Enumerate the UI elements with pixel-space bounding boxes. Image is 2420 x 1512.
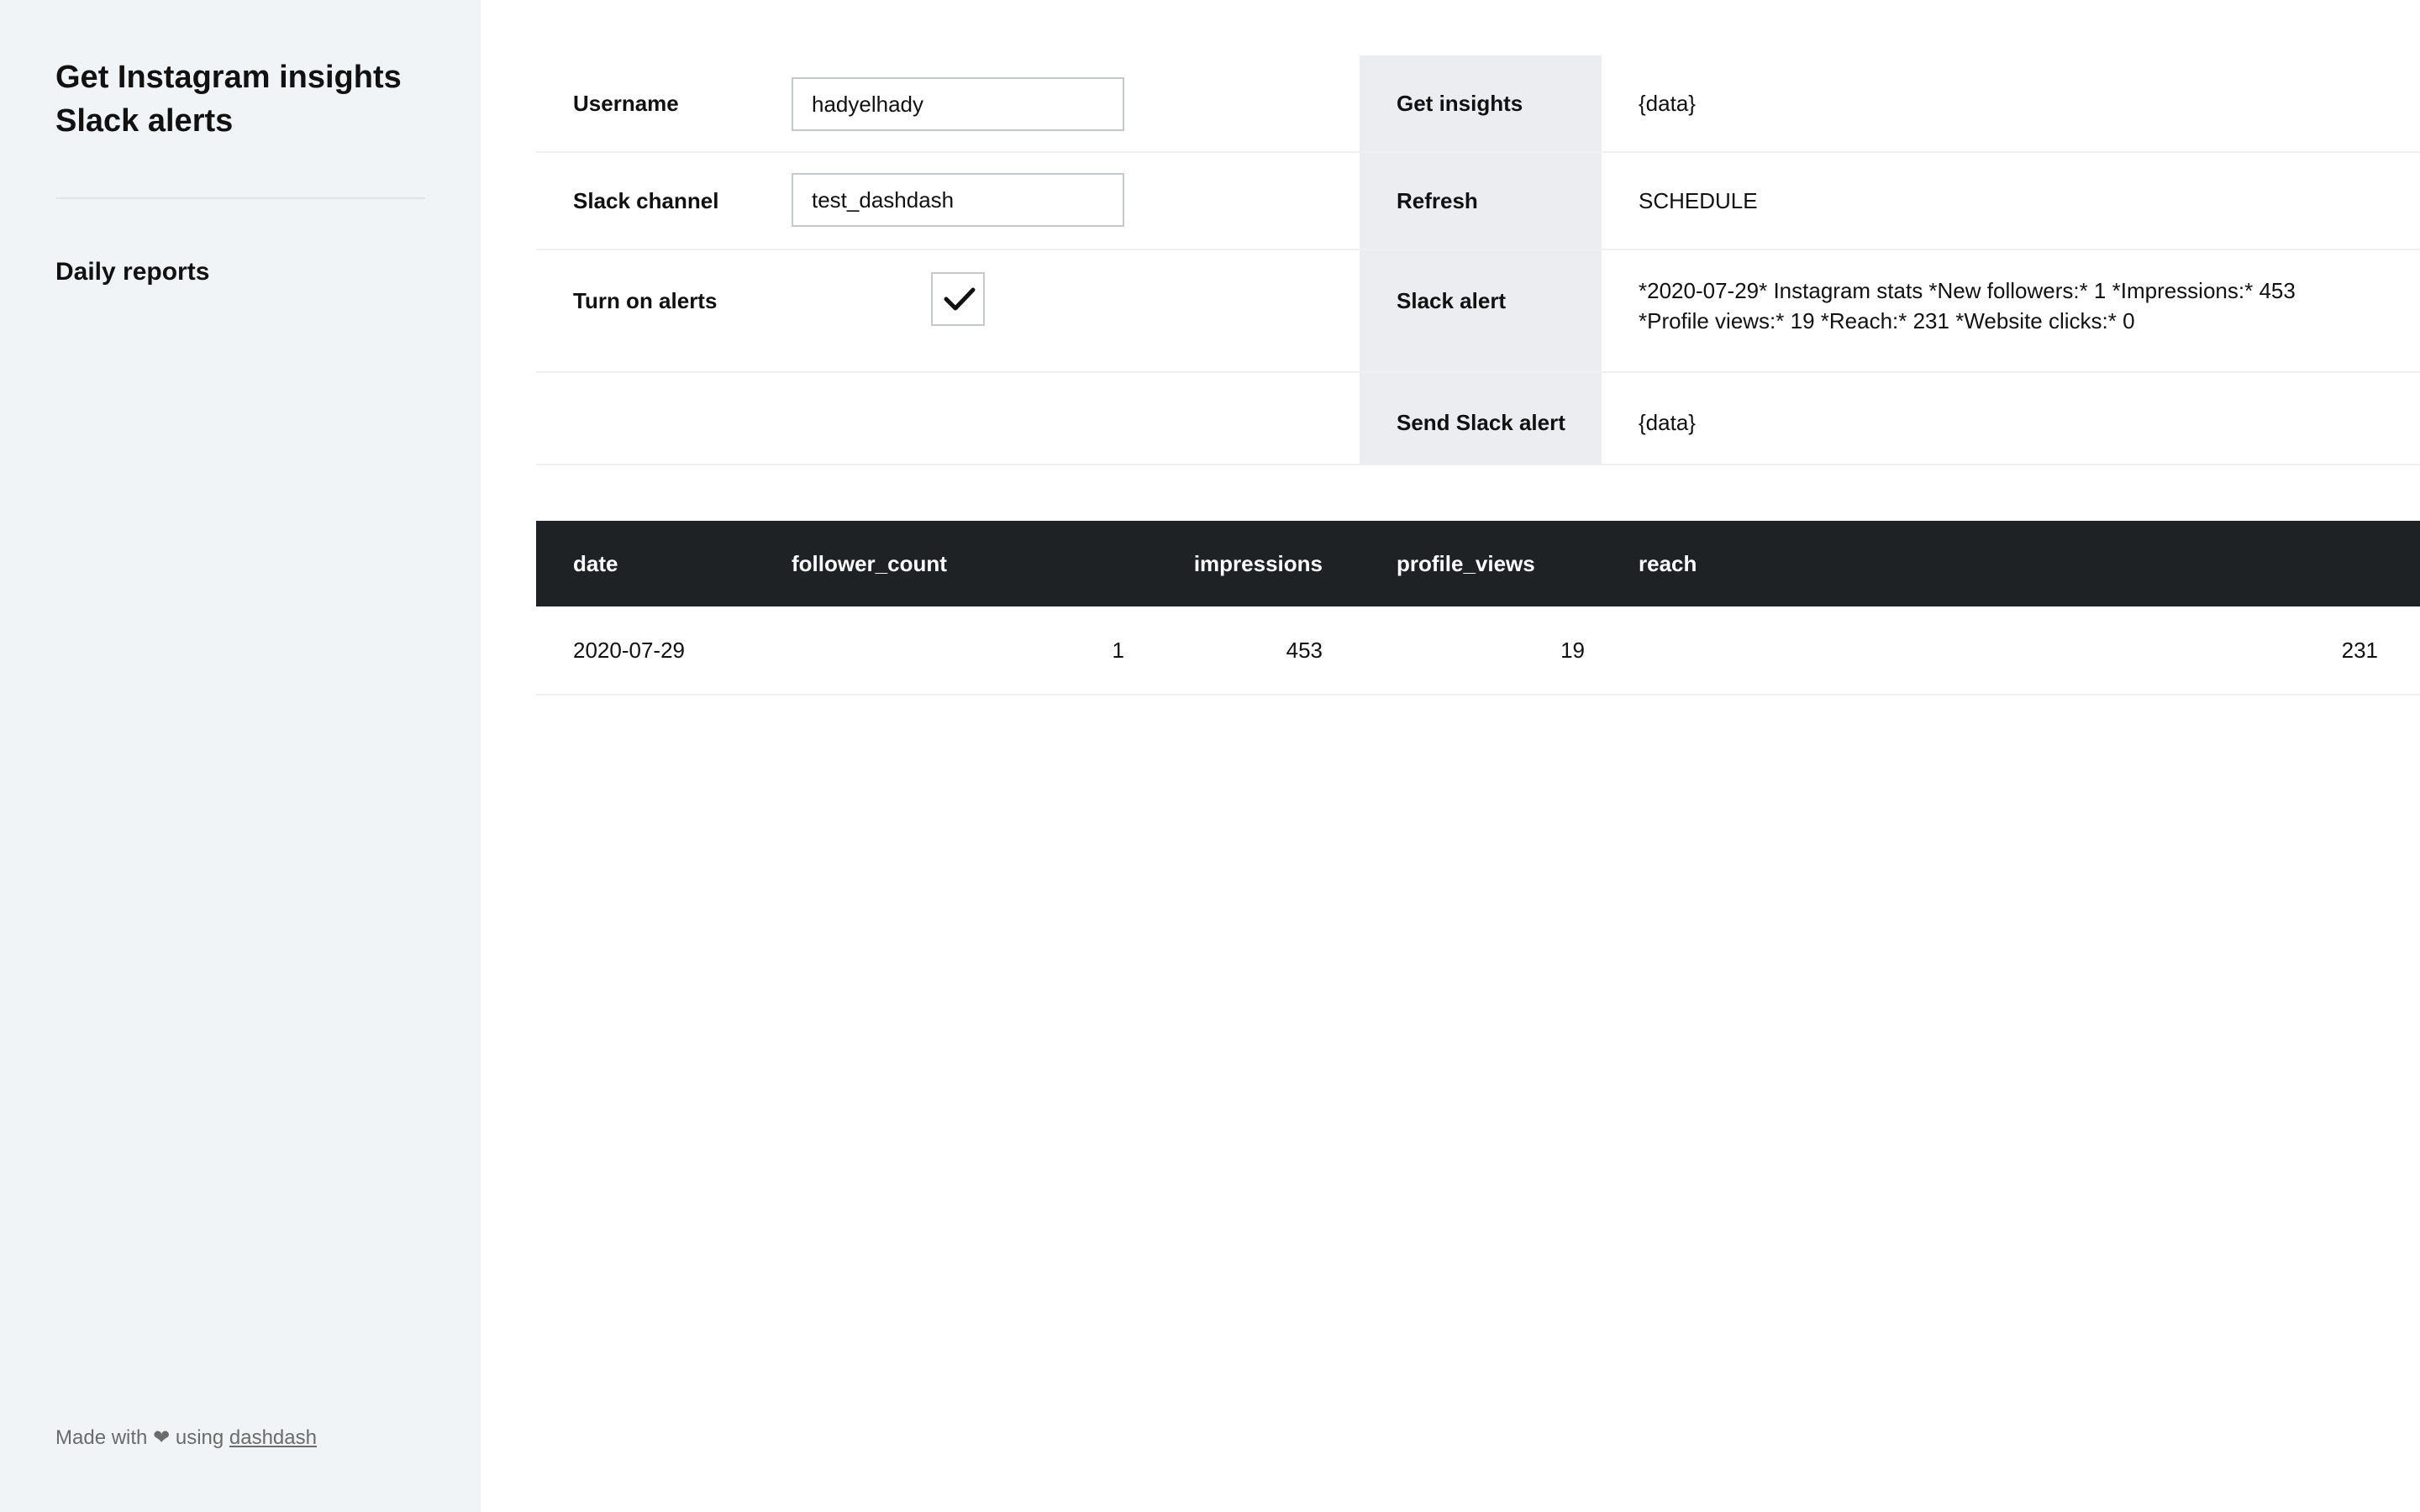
footer: Made with ❤ using dashdash — [55, 1425, 317, 1452]
sidebar: Get Instagram insights Slack alerts Dail… — [0, 0, 481, 1512]
username-input[interactable] — [792, 77, 1124, 131]
checkmark-icon — [944, 287, 976, 311]
app-title: Get Instagram insights Slack alerts — [55, 60, 402, 139]
slack-channel-label: Slack channel — [573, 188, 719, 213]
column-header-reach[interactable]: reach — [1639, 521, 1697, 606]
slack-alert-line-2: *Profile views:* 19 *Reach:* 231 *Websit… — [1639, 308, 2135, 333]
form-row-username: Username Get insights {data} — [536, 55, 2420, 153]
main-content: Username Get insights {data} Slack chann… — [536, 55, 2420, 696]
sidebar-divider — [55, 197, 425, 199]
nav-item-daily-reports[interactable]: Daily reports — [55, 255, 209, 289]
form-row-send-alert: Send Slack alert {data} — [536, 373, 2420, 465]
cell-follower-count: 1 — [1112, 638, 1124, 663]
insights-table: date follower_count impressions profile_… — [536, 521, 2420, 696]
refresh-button[interactable]: Refresh — [1360, 153, 1602, 249]
form-row-alerts: Turn on alerts Slack alert *2020-07-29* … — [536, 250, 2420, 373]
send-slack-alert-button[interactable]: Send Slack alert — [1360, 373, 1602, 464]
send-slack-alert-value: {data} — [1639, 410, 1696, 435]
dashdash-link[interactable]: dashdash — [229, 1426, 317, 1449]
cell-profile-views: 19 — [1560, 638, 1585, 663]
column-header-date[interactable]: date — [573, 521, 618, 606]
turn-on-alerts-label: Turn on alerts — [573, 288, 718, 313]
get-insights-value: {data} — [1639, 91, 1696, 116]
get-insights-button[interactable]: Get insights — [1360, 55, 1602, 151]
footer-made-with: Made with — [55, 1426, 148, 1449]
username-label: Username — [573, 91, 679, 116]
slack-channel-input[interactable] — [792, 173, 1124, 227]
cell-date: 2020-07-29 — [573, 638, 685, 663]
app-root: Get Instagram insights Slack alerts Dail… — [0, 0, 2420, 1512]
column-header-profile-views[interactable]: profile_views — [1397, 521, 1535, 606]
form-row-slack-channel: Slack channel Refresh SCHEDULE — [536, 153, 2420, 250]
slack-alert-line-1: *2020-07-29* Instagram stats *New follow… — [1639, 278, 2296, 303]
table-row: 2020-07-29 1 453 19 231 — [536, 606, 2420, 696]
footer-using: using — [175, 1426, 224, 1449]
refresh-value: SCHEDULE — [1639, 188, 1758, 213]
slack-alert-message: *2020-07-29* Instagram stats *New follow… — [1639, 276, 2296, 336]
cell-impressions: 453 — [1286, 638, 1323, 663]
slack-alert-button[interactable]: Slack alert — [1360, 250, 1602, 371]
cell-reach: 231 — [2341, 638, 2378, 663]
turn-on-alerts-checkbox[interactable] — [931, 272, 985, 326]
column-header-impressions[interactable]: impressions — [1175, 521, 1323, 606]
table-header: date follower_count impressions profile_… — [536, 521, 2420, 606]
column-header-follower-count[interactable]: follower_count — [792, 521, 947, 606]
heart-icon: ❤ — [153, 1426, 171, 1449]
